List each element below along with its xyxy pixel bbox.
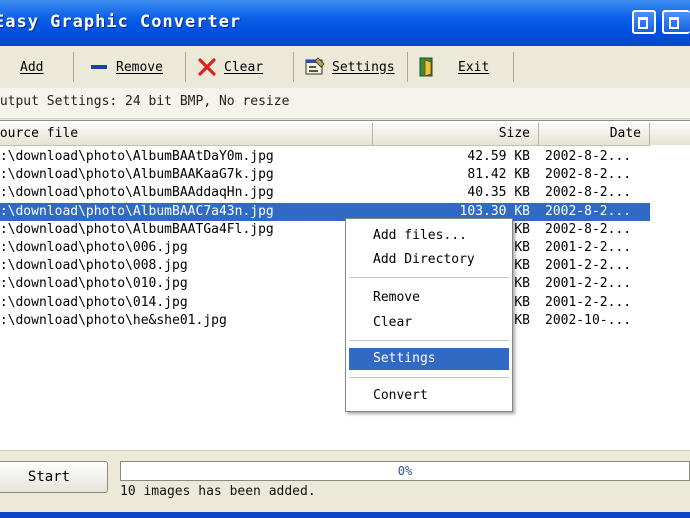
row-file: c:\download\photo\010.jpg xyxy=(0,276,188,292)
menu-clear-label: Clear xyxy=(373,315,413,330)
row-size: 40.35 KB xyxy=(467,185,530,201)
output-settings-bar: Output Settings: 24 bit BMP, No resize xyxy=(0,88,690,119)
bottom-panel: Start 0% 10 images has been added. xyxy=(0,450,690,518)
add-label: Add xyxy=(20,59,44,75)
title-bar[interactable]: Easy Graphic Converter xyxy=(0,0,690,46)
toolbar: Add Remove Clear Settings Exit xyxy=(0,46,690,89)
progress-text: 0% xyxy=(397,464,413,478)
add-button[interactable]: Add xyxy=(0,52,74,82)
row-file: c:\download\photo\AlbumBAAKaaG7k.jpg xyxy=(0,167,274,183)
table-row[interactable]: c:\download\photo\AlbumBAATGa4Fl.jpg KB 20… xyxy=(0,221,650,239)
row-file: c:\download\photo\he&she01.jpg xyxy=(0,312,227,328)
exit-label: Exit xyxy=(458,59,490,75)
row-file: c:\download\photo\006.jpg xyxy=(0,240,188,255)
row-date: 2002-8-2... xyxy=(545,203,632,219)
settings-label: Settings xyxy=(332,59,395,75)
row-file: c:\download\photo\014.jpg xyxy=(0,294,188,310)
maximize-button[interactable] xyxy=(662,10,690,34)
x-icon xyxy=(196,56,218,78)
table-row[interactable]: c:\download\photo\AlbumBAAddaqHn.jpg 40.3… xyxy=(0,184,650,202)
minimize-button[interactable] xyxy=(632,10,656,34)
table-row[interactable]: c:\download\photo\he&she01.jpg KB 2002-10-… xyxy=(0,312,650,330)
row-date: 2002-8-2... xyxy=(545,185,632,201)
row-date: 2002-8-2... xyxy=(545,221,632,237)
header-source-file[interactable]: Source file xyxy=(0,123,373,145)
row-date: 2001-2-2... xyxy=(545,276,632,292)
context-menu: Add files... Add Directory Remove Clear … xyxy=(345,218,513,412)
table-row[interactable]: c:\download\photo\014.jpg KB 2001-2-2... xyxy=(0,294,650,312)
row-date: 2002-8-2... xyxy=(545,167,632,183)
row-date: 2001-2-2... xyxy=(545,258,632,274)
row-date: 2002-8-2... xyxy=(545,149,632,164)
menu-add-files-label: Add files... xyxy=(373,228,467,243)
add-icon xyxy=(0,56,14,78)
row-file: c:\download\photo\AlbumBAAtDaY0m.jpg xyxy=(0,149,274,164)
start-button[interactable]: Start xyxy=(0,461,108,493)
menu-settings-label: Settings xyxy=(373,351,436,366)
table-row[interactable]: c:\download\photo\AlbumBAAC7a43n.jpg 103.… xyxy=(0,202,650,221)
row-date: 2002-10-... xyxy=(545,312,632,328)
remove-button[interactable]: Remove xyxy=(84,52,186,82)
list-header: Source file Size Date xyxy=(0,123,690,146)
output-settings-text: Output Settings: 24 bit BMP, No resize xyxy=(0,94,290,109)
exit-button[interactable]: Exit xyxy=(412,52,514,82)
list-empty-area xyxy=(650,145,690,451)
menu-item-remove[interactable]: Remove xyxy=(349,287,509,309)
minus-icon xyxy=(88,56,110,78)
remove-label: Remove xyxy=(116,59,163,75)
menu-item-add-directory[interactable]: Add Directory xyxy=(349,249,509,271)
window-bottom-border xyxy=(0,512,690,518)
header-date[interactable]: Date xyxy=(539,123,650,145)
row-file: c:\download\photo\AlbumBAAddaqHn.jpg xyxy=(0,185,274,201)
menu-separator xyxy=(349,377,509,378)
menu-separator xyxy=(349,277,509,278)
maximize-icon xyxy=(669,17,679,29)
settings-icon xyxy=(304,56,326,78)
menu-item-convert[interactable]: Convert xyxy=(349,385,509,407)
progress-bar: 0% xyxy=(120,461,690,481)
menu-convert-label: Convert xyxy=(373,388,428,403)
minimize-icon xyxy=(638,17,648,29)
clear-button[interactable]: Clear xyxy=(192,52,294,82)
row-size: 42.59 KB xyxy=(467,149,530,164)
clear-label: Clear xyxy=(224,59,264,75)
settings-button[interactable]: Settings xyxy=(300,52,408,82)
row-file: c:\download\photo\AlbumBAATGa4Fl.jpg xyxy=(0,221,274,237)
table-row[interactable]: c:\download\photo\008.jpg KB 2001-2-2... xyxy=(0,257,650,275)
table-row[interactable]: c:\download\photo\006.jpg KB 2001-2-2... xyxy=(0,239,650,257)
status-text: 10 images has been added. xyxy=(120,484,316,499)
header-size[interactable]: Size xyxy=(373,123,539,145)
menu-add-directory-label: Add Directory xyxy=(373,252,475,267)
row-date: 2001-2-2... xyxy=(545,294,632,310)
window-title: Easy Graphic Converter xyxy=(0,12,242,32)
row-date: 2001-2-2... xyxy=(545,240,632,255)
row-size: 81.42 KB xyxy=(467,167,530,183)
menu-item-add-files[interactable]: Add files... xyxy=(349,225,509,247)
table-row[interactable]: c:\download\photo\010.jpg KB 2001-2-2... xyxy=(0,275,650,293)
menu-item-clear[interactable]: Clear xyxy=(349,312,509,334)
door-icon xyxy=(416,56,438,78)
row-file: c:\download\photo\008.jpg xyxy=(0,258,188,274)
menu-remove-label: Remove xyxy=(373,290,420,305)
menu-separator xyxy=(349,340,509,341)
row-file: c:\download\photo\AlbumBAAC7a43n.jpg xyxy=(0,203,274,219)
app-window: Easy Graphic Converter Add Remove Clear xyxy=(0,0,690,518)
menu-item-settings[interactable]: Settings xyxy=(349,348,509,370)
table-row[interactable]: c:\download\photo\AlbumBAAKaaG7k.jpg 81.4… xyxy=(0,166,650,184)
table-row[interactable]: c:\download\photo\AlbumBAAtDaY0m.jpg 42.5… xyxy=(0,148,650,166)
